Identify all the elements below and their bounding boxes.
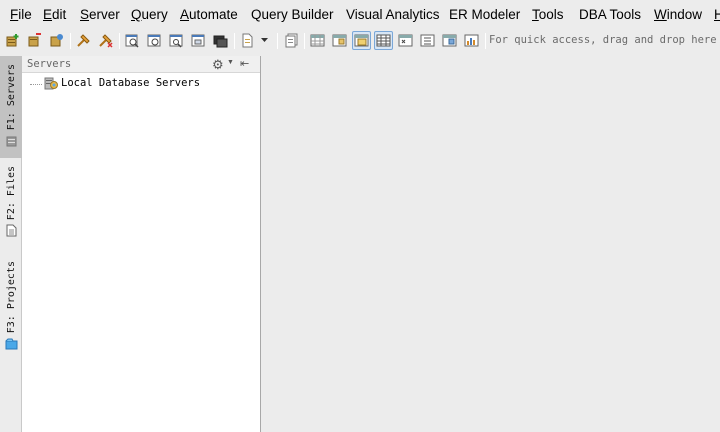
toolbar-separator xyxy=(304,33,305,49)
panel-header: Servers ⚙ ▼ ⇤ xyxy=(22,56,260,73)
grid-view-icon[interactable] xyxy=(308,31,327,50)
chart-view-icon[interactable] xyxy=(462,31,481,50)
table-view-icon[interactable] xyxy=(374,31,393,50)
query-window-icon[interactable] xyxy=(145,31,164,50)
new-file-icon[interactable] xyxy=(238,31,257,50)
menu-bar: File Edit Server Query Automate Query Bu… xyxy=(0,0,720,30)
hide-panel-icon[interactable]: ⇤ xyxy=(240,57,249,70)
menu-er-modeler[interactable]: ER Modeler xyxy=(449,7,520,22)
menu-visual-analytics[interactable]: Visual Analytics xyxy=(346,7,440,22)
tab-projects[interactable]: F3: Projects xyxy=(0,261,22,356)
tab-servers[interactable]: F1: Servers xyxy=(0,56,22,158)
toolbar-separator xyxy=(485,33,486,49)
panel-title: Servers xyxy=(27,58,72,70)
pivot-view-icon[interactable] xyxy=(440,31,459,50)
toolbar-separator xyxy=(119,33,120,49)
menu-server[interactable]: Server xyxy=(80,7,120,22)
servers-icon xyxy=(6,134,17,152)
projects-icon xyxy=(5,337,18,355)
form-view-icon[interactable] xyxy=(330,31,349,50)
results-view-icon[interactable] xyxy=(352,31,371,50)
text-view-icon[interactable] xyxy=(396,31,415,50)
menu-window[interactable]: Window xyxy=(654,7,702,22)
menu-automate[interactable]: Automate xyxy=(180,7,238,22)
server-group-icon xyxy=(43,76,58,96)
menu-file[interactable]: File xyxy=(10,7,32,22)
menu-query[interactable]: Query xyxy=(131,7,168,22)
tree-node-local-database-servers[interactable]: Local Database Servers xyxy=(22,76,260,92)
chevron-down-icon[interactable] xyxy=(258,31,270,50)
menu-tools[interactable]: Tools xyxy=(532,7,564,22)
window-icon[interactable] xyxy=(189,31,208,50)
query-analyzer-icon[interactable] xyxy=(123,31,142,50)
toolbar-drop-hint: For quick access, drag and drop here to xyxy=(489,34,720,46)
file-icon xyxy=(6,224,17,242)
toolbar-separator xyxy=(277,33,278,49)
toolbar: For quick access, drag and drop here to xyxy=(0,30,720,52)
new-connection-icon[interactable] xyxy=(3,31,22,50)
toolbar-separator xyxy=(70,33,71,49)
search-icon[interactable] xyxy=(167,31,186,50)
menu-help[interactable]: H xyxy=(714,7,720,22)
disconnect-icon[interactable] xyxy=(96,31,115,50)
chevron-down-icon[interactable]: ▼ xyxy=(227,59,234,66)
menu-dba-tools[interactable]: DBA Tools xyxy=(579,7,641,22)
menu-edit[interactable]: Edit xyxy=(43,7,66,22)
list-view-icon[interactable] xyxy=(418,31,437,50)
delete-connection-icon[interactable] xyxy=(25,31,44,50)
gear-icon[interactable]: ⚙ xyxy=(212,57,224,73)
connect-icon[interactable] xyxy=(74,31,93,50)
monitor-icon[interactable] xyxy=(211,31,230,50)
documents-icon[interactable] xyxy=(282,31,301,50)
tree-connector xyxy=(30,84,42,85)
toolbar-separator xyxy=(234,33,235,49)
server-properties-icon[interactable] xyxy=(47,31,66,50)
tab-files[interactable]: F2: Files xyxy=(0,166,22,246)
servers-panel: Servers ⚙ ▼ ⇤ Local Database Servers xyxy=(22,56,261,432)
main-editor-area xyxy=(262,56,720,432)
side-tab-strip: F1: Servers F2: Files F3: Projects xyxy=(0,56,22,432)
menu-query-builder[interactable]: Query Builder xyxy=(251,7,334,22)
